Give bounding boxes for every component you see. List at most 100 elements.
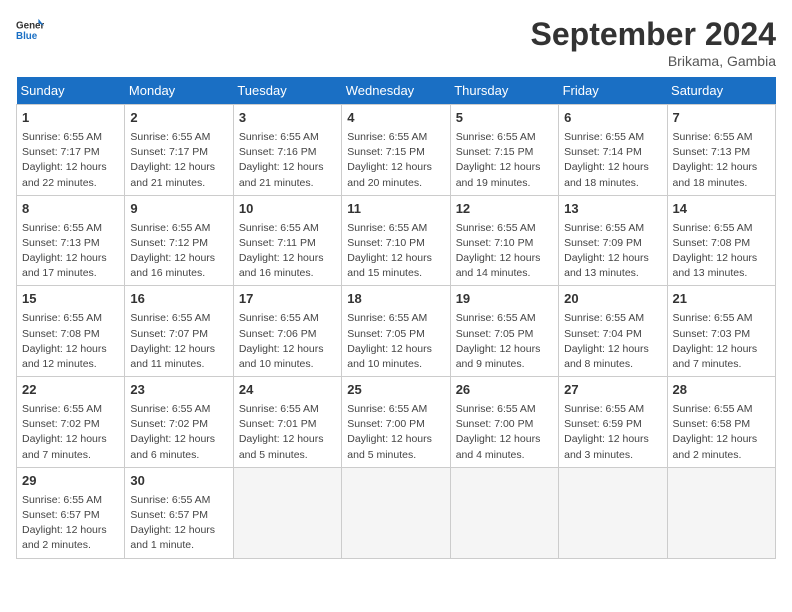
day-number: 12 — [456, 200, 553, 219]
weekday-header-wednesday: Wednesday — [342, 77, 450, 105]
calendar-day-cell: 28Sunrise: 6:55 AM Sunset: 6:58 PM Dayli… — [667, 377, 775, 468]
calendar-day-cell: 15 Sunrise: 6:55 AM Sunset: 7:08 PM Dayli… — [17, 286, 125, 377]
day-info: Sunrise: 6:55 AM Sunset: 7:06 PM Dayligh… — [239, 311, 336, 372]
calendar-day-cell: 2 Sunrise: 6:55 AM Sunset: 7:17 PM Daylig… — [125, 105, 233, 196]
calendar-day-cell: 19Sunrise: 6:55 AM Sunset: 7:05 PM Dayli… — [450, 286, 558, 377]
day-info: Sunrise: 6:55 AM Sunset: 7:04 PM Dayligh… — [564, 311, 661, 372]
day-info: Sunrise: 6:55 AM Sunset: 7:16 PM Dayligh… — [239, 130, 336, 191]
calendar-day-cell — [450, 467, 558, 558]
calendar-day-cell — [667, 467, 775, 558]
calendar-day-cell: 7Sunrise: 6:55 AM Sunset: 7:13 PM Daylig… — [667, 105, 775, 196]
calendar-day-cell: 9Sunrise: 6:55 AM Sunset: 7:12 PM Daylig… — [125, 195, 233, 286]
day-info: Sunrise: 6:55 AM Sunset: 7:17 PM Dayligh… — [130, 130, 227, 191]
day-info: Sunrise: 6:55 AM Sunset: 7:05 PM Dayligh… — [347, 311, 444, 372]
calendar-day-cell — [559, 467, 667, 558]
weekday-header-sunday: Sunday — [17, 77, 125, 105]
day-info: Sunrise: 6:55 AM Sunset: 7:17 PM Dayligh… — [22, 130, 119, 191]
day-info: Sunrise: 6:55 AM Sunset: 7:14 PM Dayligh… — [564, 130, 661, 191]
calendar-day-cell: 14 Sunrise: 6:55 AM Sunset: 7:08 PM Dayli… — [667, 195, 775, 286]
day-info: Sunrise: 6:55 AM Sunset: 7:11 PM Dayligh… — [239, 221, 336, 282]
day-number: 8 — [22, 200, 119, 219]
calendar-day-cell: 18 Sunrise: 6:55 AM Sunset: 7:05 PM Dayli… — [342, 286, 450, 377]
logo-icon: General Blue — [16, 16, 44, 44]
day-info: Sunrise: 6:55 AM Sunset: 7:10 PM Dayligh… — [347, 221, 444, 282]
calendar-day-cell: 16 Sunrise: 6:55 AM Sunset: 7:07 PM Dayli… — [125, 286, 233, 377]
day-number: 7 — [673, 109, 770, 128]
weekday-header-monday: Monday — [125, 77, 233, 105]
weekday-header-saturday: Saturday — [667, 77, 775, 105]
calendar-day-cell: 11 Sunrise: 6:55 AM Sunset: 7:10 PM Dayli… — [342, 195, 450, 286]
calendar-week-row: 15 Sunrise: 6:55 AM Sunset: 7:08 PM Dayli… — [17, 286, 776, 377]
day-info: Sunrise: 6:55 AM Sunset: 7:09 PM Dayligh… — [564, 221, 661, 282]
calendar-day-cell: 25 Sunrise: 6:55 AM Sunset: 7:00 PM Dayli… — [342, 377, 450, 468]
day-info: Sunrise: 6:55 AM Sunset: 7:15 PM Dayligh… — [347, 130, 444, 191]
day-info: Sunrise: 6:55 AM Sunset: 6:57 PM Dayligh… — [130, 493, 227, 554]
calendar-day-cell: 4 Sunrise: 6:55 AM Sunset: 7:15 PM Daylig… — [342, 105, 450, 196]
day-number: 22 — [22, 381, 119, 400]
day-number: 2 — [130, 109, 227, 128]
calendar-day-cell: 27Sunrise: 6:55 AM Sunset: 6:59 PM Dayli… — [559, 377, 667, 468]
day-number: 11 — [347, 200, 444, 219]
calendar-week-row: 29 Sunrise: 6:55 AM Sunset: 6:57 PM Dayli… — [17, 467, 776, 558]
calendar-day-cell: 5 Sunrise: 6:55 AM Sunset: 7:15 PM Daylig… — [450, 105, 558, 196]
calendar-day-cell: 22 Sunrise: 6:55 AM Sunset: 7:02 PM Dayli… — [17, 377, 125, 468]
day-number: 20 — [564, 290, 661, 309]
calendar-week-row: 8 Sunrise: 6:55 AM Sunset: 7:13 PM Daylig… — [17, 195, 776, 286]
day-number: 5 — [456, 109, 553, 128]
calendar-day-cell: 26Sunrise: 6:55 AM Sunset: 7:00 PM Dayli… — [450, 377, 558, 468]
day-info: Sunrise: 6:55 AM Sunset: 7:15 PM Dayligh… — [456, 130, 553, 191]
day-number: 17 — [239, 290, 336, 309]
calendar-day-cell: 6 Sunrise: 6:55 AM Sunset: 7:14 PM Daylig… — [559, 105, 667, 196]
calendar-day-cell — [233, 467, 341, 558]
calendar-day-cell: 23 Sunrise: 6:55 AM Sunset: 7:02 PM Dayli… — [125, 377, 233, 468]
day-info: Sunrise: 6:55 AM Sunset: 6:58 PM Dayligh… — [673, 402, 770, 463]
day-number: 16 — [130, 290, 227, 309]
day-number: 4 — [347, 109, 444, 128]
day-number: 1 — [22, 109, 119, 128]
weekday-header-tuesday: Tuesday — [233, 77, 341, 105]
calendar-day-cell: 29 Sunrise: 6:55 AM Sunset: 6:57 PM Dayli… — [17, 467, 125, 558]
weekday-header-friday: Friday — [559, 77, 667, 105]
day-number: 19 — [456, 290, 553, 309]
calendar-day-cell: 8 Sunrise: 6:55 AM Sunset: 7:13 PM Daylig… — [17, 195, 125, 286]
calendar-day-cell: 3Sunrise: 6:55 AM Sunset: 7:16 PM Daylig… — [233, 105, 341, 196]
day-info: Sunrise: 6:55 AM Sunset: 7:07 PM Dayligh… — [130, 311, 227, 372]
calendar-day-cell: 10 Sunrise: 6:55 AM Sunset: 7:11 PM Dayli… — [233, 195, 341, 286]
day-number: 24 — [239, 381, 336, 400]
location: Brikama, Gambia — [531, 53, 776, 69]
day-info: Sunrise: 6:55 AM Sunset: 7:13 PM Dayligh… — [22, 221, 119, 282]
day-info: Sunrise: 6:55 AM Sunset: 7:00 PM Dayligh… — [456, 402, 553, 463]
page-header: General Blue September 2024 Brikama, Gam… — [16, 16, 776, 69]
day-number: 25 — [347, 381, 444, 400]
calendar-day-cell — [342, 467, 450, 558]
day-number: 29 — [22, 472, 119, 491]
day-info: Sunrise: 6:55 AM Sunset: 7:03 PM Dayligh… — [673, 311, 770, 372]
calendar-week-row: 22 Sunrise: 6:55 AM Sunset: 7:02 PM Dayli… — [17, 377, 776, 468]
day-number: 23 — [130, 381, 227, 400]
day-info: Sunrise: 6:55 AM Sunset: 6:57 PM Dayligh… — [22, 493, 119, 554]
day-number: 6 — [564, 109, 661, 128]
calendar-day-cell: 17 Sunrise: 6:55 AM Sunset: 7:06 PM Dayli… — [233, 286, 341, 377]
day-number: 27 — [564, 381, 661, 400]
day-info: Sunrise: 6:55 AM Sunset: 7:12 PM Dayligh… — [130, 221, 227, 282]
day-info: Sunrise: 6:55 AM Sunset: 7:08 PM Dayligh… — [673, 221, 770, 282]
calendar-table: SundayMondayTuesdayWednesdayThursdayFrid… — [16, 77, 776, 559]
calendar-day-cell: 21Sunrise: 6:55 AM Sunset: 7:03 PM Dayli… — [667, 286, 775, 377]
day-info: Sunrise: 6:55 AM Sunset: 7:10 PM Dayligh… — [456, 221, 553, 282]
day-info: Sunrise: 6:55 AM Sunset: 7:00 PM Dayligh… — [347, 402, 444, 463]
calendar-week-row: 1 Sunrise: 6:55 AM Sunset: 7:17 PM Daylig… — [17, 105, 776, 196]
day-info: Sunrise: 6:55 AM Sunset: 7:02 PM Dayligh… — [22, 402, 119, 463]
day-number: 14 — [673, 200, 770, 219]
logo: General Blue — [16, 16, 44, 44]
day-number: 18 — [347, 290, 444, 309]
day-info: Sunrise: 6:55 AM Sunset: 7:08 PM Dayligh… — [22, 311, 119, 372]
calendar-day-cell: 13 Sunrise: 6:55 AM Sunset: 7:09 PM Dayli… — [559, 195, 667, 286]
day-number: 15 — [22, 290, 119, 309]
svg-text:Blue: Blue — [16, 31, 38, 42]
day-info: Sunrise: 6:55 AM Sunset: 7:02 PM Dayligh… — [130, 402, 227, 463]
day-number: 13 — [564, 200, 661, 219]
weekday-header-row: SundayMondayTuesdayWednesdayThursdayFrid… — [17, 77, 776, 105]
day-number: 10 — [239, 200, 336, 219]
calendar-day-cell: 24Sunrise: 6:55 AM Sunset: 7:01 PM Dayli… — [233, 377, 341, 468]
calendar-day-cell: 1 Sunrise: 6:55 AM Sunset: 7:17 PM Daylig… — [17, 105, 125, 196]
